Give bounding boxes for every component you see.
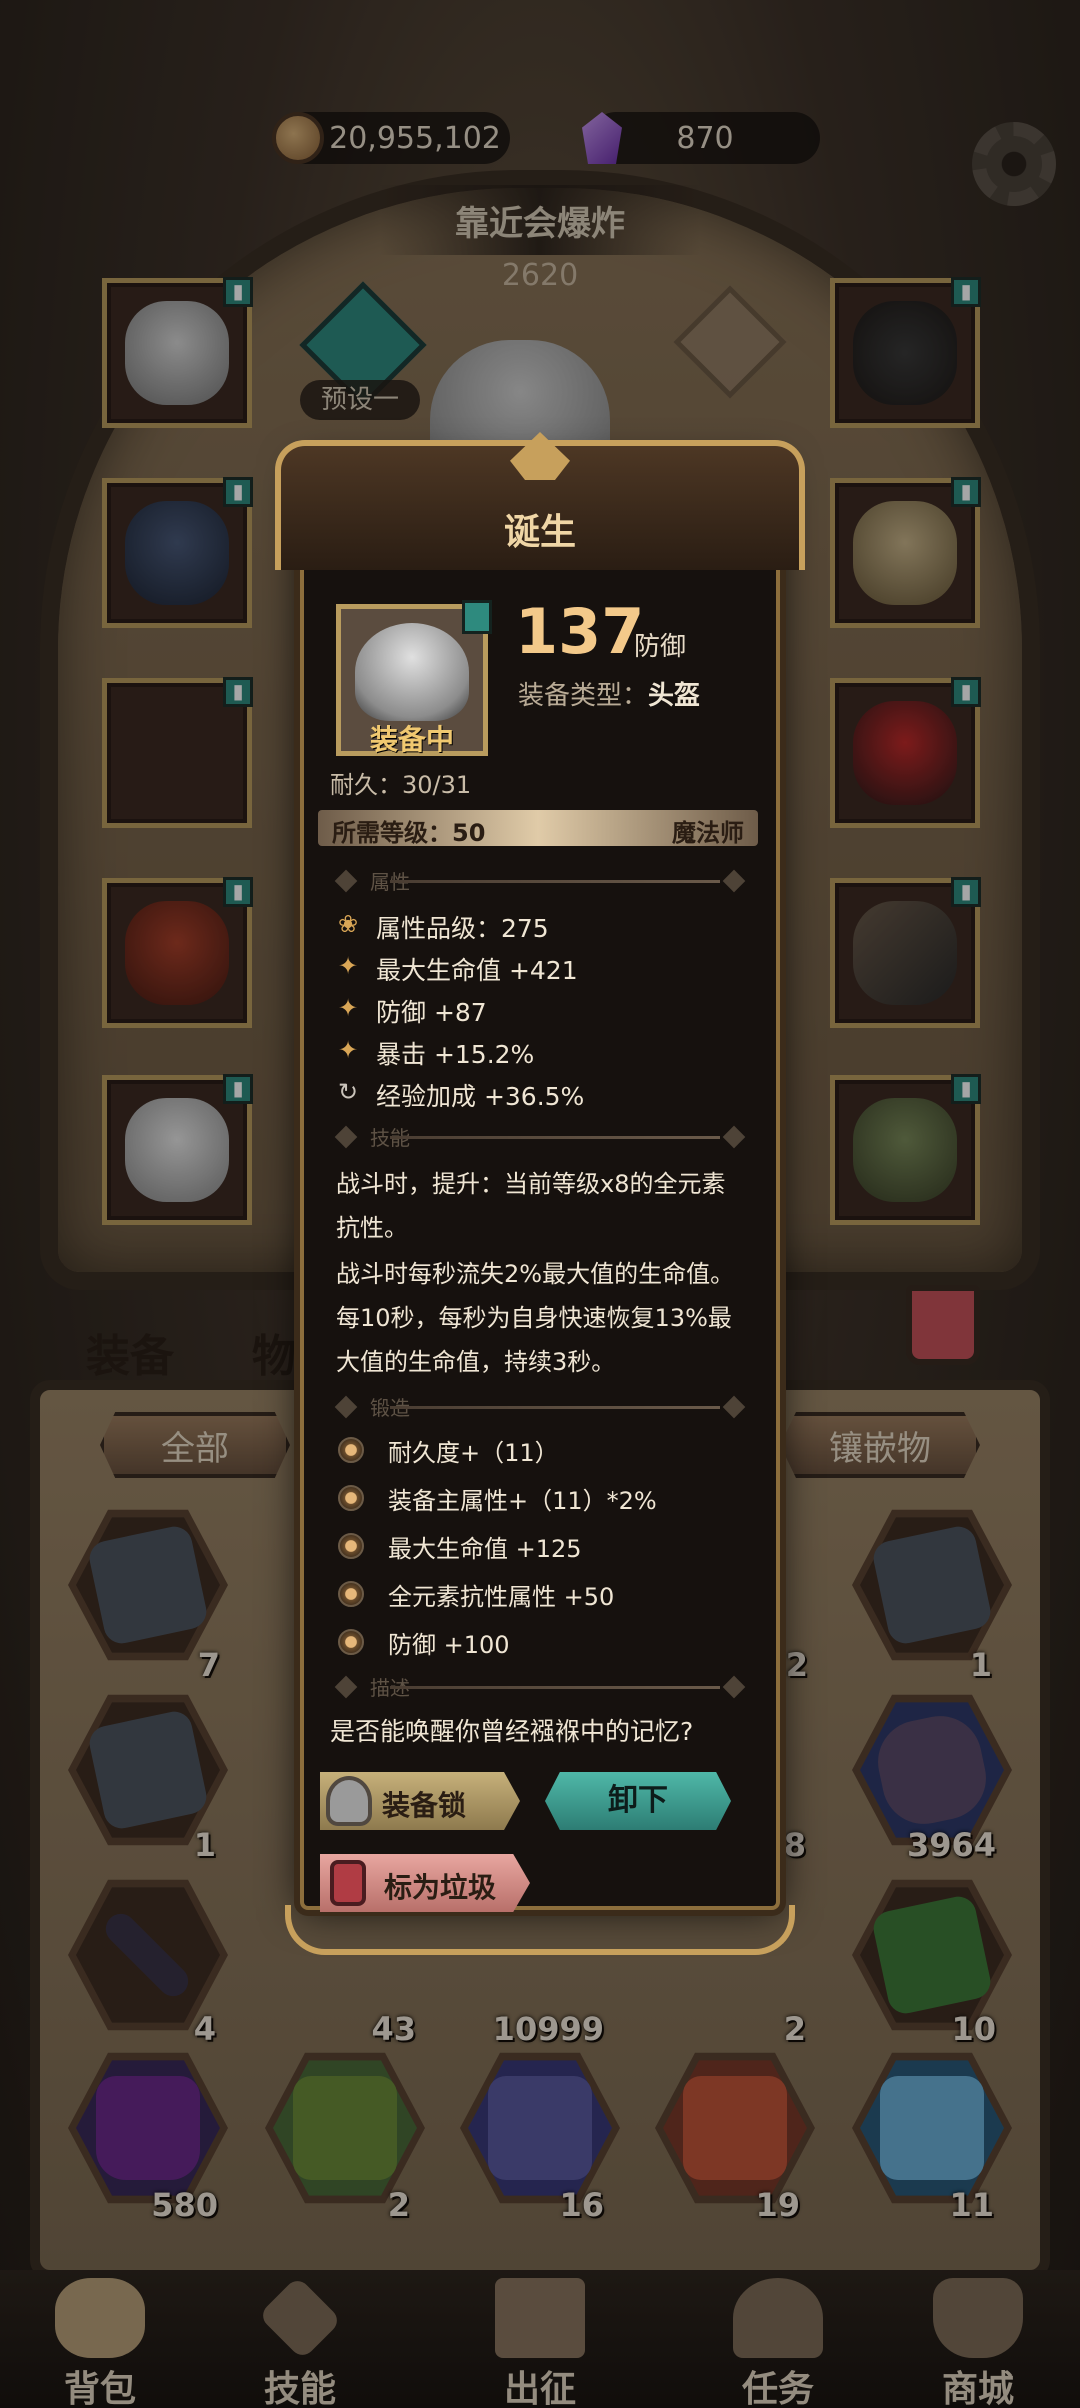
section-header-skills: 技能 [330, 1122, 750, 1152]
required-class: 魔法师 [672, 819, 744, 847]
equipment-lock-button[interactable]: 装备锁 [320, 1772, 520, 1830]
forge-orb-icon [338, 1437, 364, 1463]
section-header-forge: 锻造 [330, 1392, 750, 1422]
sparkle-icon: ✦ [337, 994, 359, 1022]
skill-description-line: 战斗时，提升：当前等级x8的全元素 [336, 1170, 726, 1198]
forge-text: 最大生命值 +125 [388, 1535, 582, 1563]
forge-orb-icon [338, 1485, 364, 1511]
section-header-attributes: 属性 [330, 866, 750, 896]
modal-ornate-footer [285, 1905, 795, 1955]
unequip-button[interactable]: 卸下 [545, 1772, 731, 1830]
attribute-text: 防御 +87 [376, 998, 487, 1027]
mark-as-trash-button[interactable]: 标为垃圾 [320, 1854, 530, 1912]
quality-badge-icon [462, 600, 492, 634]
skill-description-line: 每10秒，每秒为自身快速恢复13%最 [336, 1304, 732, 1332]
equipped-label: 装备中 [369, 723, 454, 756]
forge-text: 全元素抗性属性 +50 [388, 1583, 615, 1611]
forge-text: 防御 +100 [388, 1631, 510, 1659]
forge-orb-icon [338, 1581, 364, 1607]
requirement-bar: 所需等级：50 魔法师 [318, 810, 758, 847]
lotus-icon: ❀ [337, 910, 359, 938]
section-header-description: 描述 [330, 1672, 750, 1702]
type-value: 头盔 [648, 681, 701, 711]
type-label: 装备类型： [518, 681, 649, 711]
skill-description-line: 大值的生命值，持续3秒。 [336, 1348, 616, 1376]
helmet-icon [355, 623, 469, 721]
lock-button-label: 装备锁 [382, 1789, 467, 1822]
attribute-text: 经验加成 +36.5% [376, 1082, 585, 1111]
item-name: 诞生 [503, 512, 576, 553]
durability: 耐久：30/31 [330, 771, 472, 799]
sparkle-icon: ✦ [337, 952, 359, 980]
attribute-text: 属性品级：275 [376, 914, 549, 943]
forge-orb-icon [338, 1533, 364, 1559]
attribute-text: 最大生命值 +421 [376, 956, 578, 985]
attribute-text: 暴击 +15.2% [376, 1040, 535, 1069]
forge-orb-icon [338, 1629, 364, 1655]
forge-text: 耐久度+（11） [388, 1439, 559, 1467]
padlock-icon [326, 1776, 372, 1826]
cycle-icon: ↻ [337, 1078, 359, 1106]
equipment-type: 装备类型：头盔 [518, 675, 700, 712]
lantern-icon [330, 1860, 366, 1906]
main-stat-name: 防御 [634, 632, 687, 662]
skill-description-line: 战斗时每秒流失2%最大值的生命值。 [336, 1260, 735, 1288]
skill-description-line: 抗性。 [336, 1214, 408, 1242]
item-description: 是否能唤醒你曾经襁褓中的记忆? [330, 1717, 694, 1746]
forge-text: 装备主属性+（11）*2% [388, 1487, 657, 1515]
required-level: 所需等级：50 [332, 819, 486, 847]
main-stat-value: 137 [515, 595, 645, 668]
sparkle-icon: ✦ [337, 1036, 359, 1064]
trash-button-label: 标为垃圾 [384, 1871, 497, 1904]
